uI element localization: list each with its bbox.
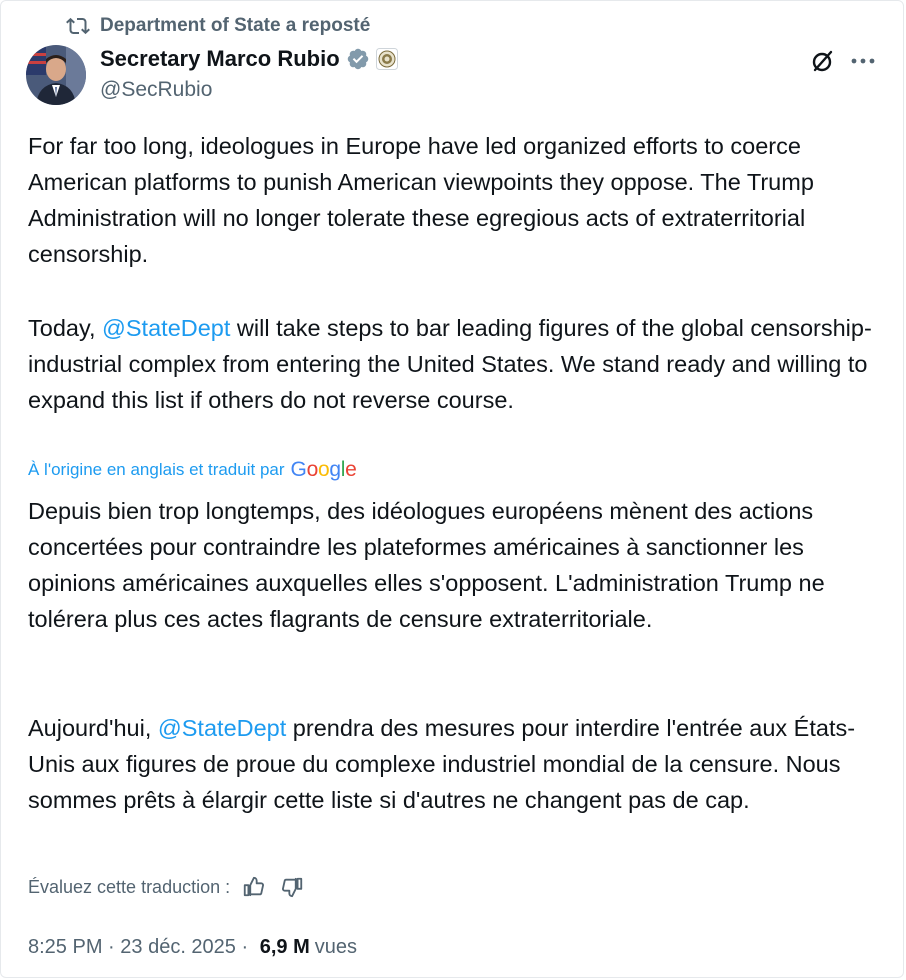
tweet-date[interactable]: 23 déc. 2025 xyxy=(120,936,236,959)
translation-label: À l'origine en anglais et traduit par xyxy=(28,460,285,479)
verified-badge-icon[interactable] xyxy=(346,47,370,71)
translated-paragraph-2: Aujourd'hui, @StateDept prendra des mesu… xyxy=(28,710,888,818)
rate-translation: Évaluez cette traduction : xyxy=(28,876,304,898)
grok-icon[interactable] xyxy=(810,48,836,74)
google-logo: Google xyxy=(290,458,357,481)
mention-link[interactable]: @StateDept xyxy=(158,715,286,741)
author-handle[interactable]: @SecRubio xyxy=(100,78,212,102)
views-label: vues xyxy=(314,936,357,958)
repost-text: Department of State a reposté xyxy=(100,15,371,36)
tweet-time[interactable]: 8:25 PM xyxy=(28,936,102,959)
tweet-text-paragraph-2: Today, @StateDept will take steps to bar… xyxy=(28,310,888,418)
rate-translation-label: Évaluez cette traduction : xyxy=(28,876,231,897)
mention-link[interactable]: @StateDept xyxy=(102,315,230,341)
avatar-image xyxy=(26,45,86,105)
separator: · xyxy=(102,936,121,958)
thumbs-down-icon[interactable] xyxy=(282,876,304,898)
author-name-row: Secretary Marco Rubio xyxy=(100,46,398,72)
more-icon[interactable] xyxy=(848,48,878,74)
views-count[interactable]: 6,9 M xyxy=(260,936,310,959)
separator: · xyxy=(235,936,254,958)
avatar[interactable] xyxy=(26,45,86,105)
text-segment: Aujourd'hui, xyxy=(28,715,158,741)
tweet-meta: 8:25 PM · 23 déc. 2025 · 6,9 M vues xyxy=(28,936,357,959)
text-segment: Today, xyxy=(28,315,103,341)
repost-header[interactable]: Department of State a reposté xyxy=(66,14,370,38)
translated-paragraph-1: Depuis bien trop longtemps, des idéologu… xyxy=(28,498,825,632)
repost-icon xyxy=(66,17,90,35)
tweet-text-paragraph-1: For far too long, ideologues in Europe h… xyxy=(28,133,814,267)
translation-attribution[interactable]: À l'origine en anglais et traduit par Go… xyxy=(28,458,357,482)
thumbs-up-icon[interactable] xyxy=(242,876,265,898)
government-seal-icon[interactable] xyxy=(375,48,398,70)
author-name[interactable]: Secretary Marco Rubio xyxy=(100,46,340,72)
